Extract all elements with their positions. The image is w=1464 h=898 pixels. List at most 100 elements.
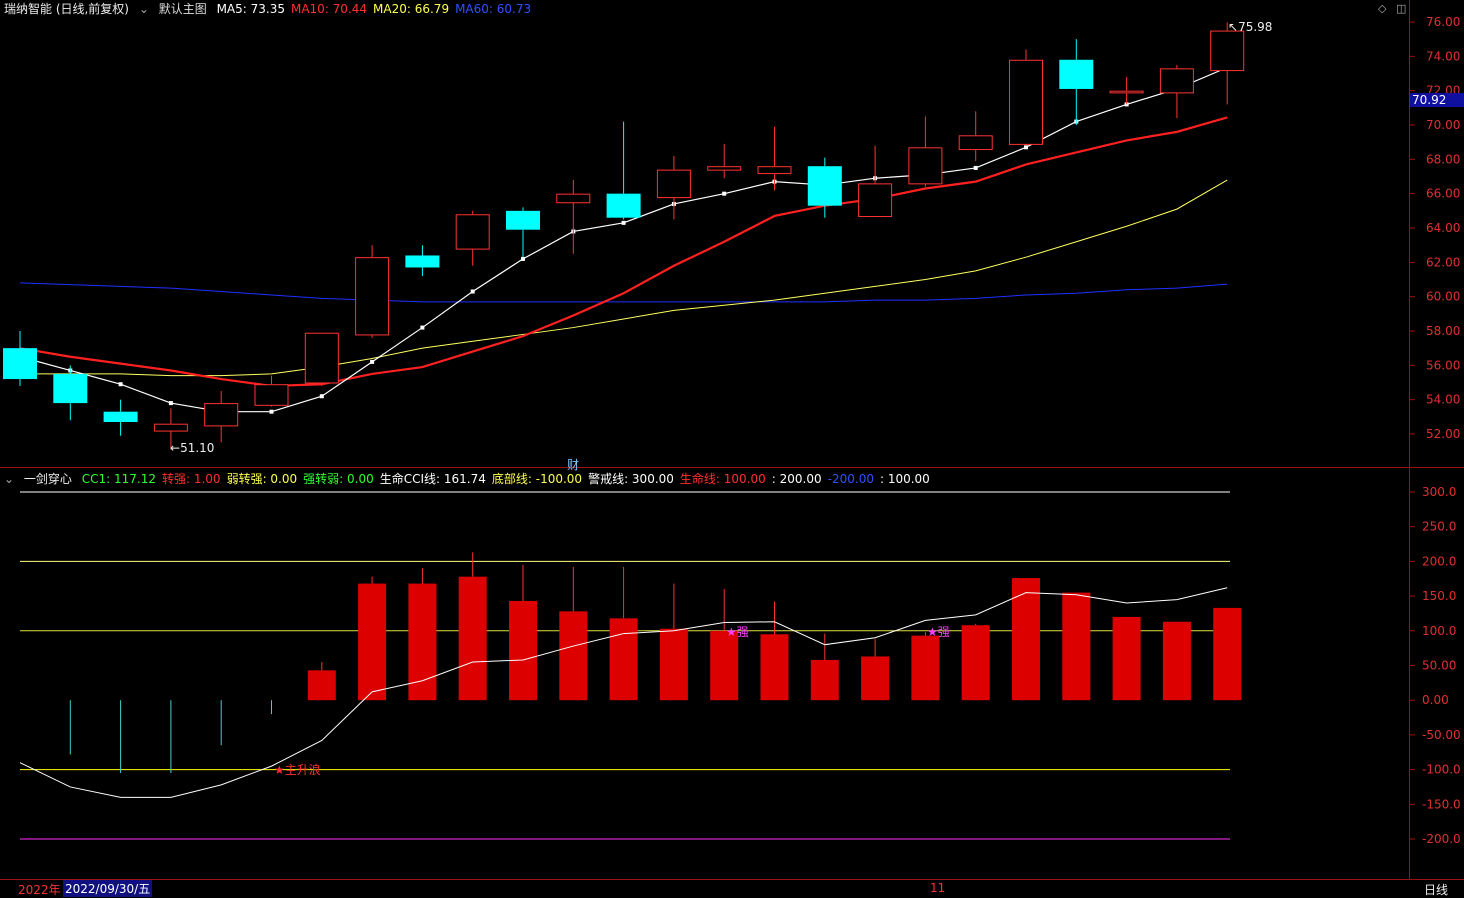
signal-main-rise: ★主升浪 — [274, 763, 321, 777]
indicator-bar — [659, 628, 688, 701]
candle-body — [304, 332, 339, 384]
indicator-header: ⌄ 一剑穿心 CC1: 117.12 转强: 1.00 弱转强: 0.00 强转弱: … — [4, 471, 942, 487]
stock-chart[interactable]: 52.00 54.00 56.00 58.00 60.00 62.00 64.00 66.00… — [0, 0, 1464, 896]
candle-body — [908, 147, 943, 185]
indicator-tick-label: 200.0 — [1422, 554, 1456, 568]
indicator-label-1: 转强: 1.00 — [161, 472, 221, 486]
indicator-tick-label: -100.0 — [1422, 763, 1461, 777]
ma5-point — [118, 382, 123, 387]
indicator-bar — [710, 630, 739, 701]
indicator-label-0: CC1: 117.12 — [81, 472, 156, 486]
high-value: 75.98 — [1238, 20, 1273, 34]
candle-body — [506, 210, 540, 230]
current-price-tag: 70.92 — [1410, 93, 1464, 107]
indicator-tick-label: 250.0 — [1422, 520, 1456, 534]
high-marker: ↖75.98 — [1228, 20, 1273, 34]
low-marker: ←51.10 — [170, 441, 215, 455]
indicator-bar — [559, 611, 588, 701]
candle-body — [1109, 90, 1144, 94]
candle-body — [103, 411, 138, 422]
indicator-label-6: 警戒线: 300.00 — [588, 472, 674, 486]
candlesticks — [3, 22, 1245, 450]
ma5-point — [1024, 145, 1028, 150]
price-tick-label: 66.00 — [1426, 187, 1460, 201]
indicator-bar — [1112, 616, 1141, 701]
indicator-bar — [1213, 607, 1242, 701]
price-tick-label: 68.00 — [1426, 152, 1460, 166]
chart-frame — [0, 0, 1464, 880]
indicator-tick-label: -150.0 — [1422, 797, 1461, 811]
ma5-point — [722, 191, 727, 196]
indicator-title[interactable]: 一剑穿心 — [24, 472, 72, 486]
chevron-down-icon[interactable]: ⌄ — [4, 472, 14, 486]
ma5-point — [269, 409, 274, 414]
price-axis: 52.00 54.00 56.00 58.00 60.00 62.00 64.00 66.00… — [1409, 15, 1461, 846]
price-tick-label: 54.00 — [1426, 393, 1460, 407]
candle-body — [556, 193, 591, 204]
candle-body — [707, 166, 742, 171]
indicator-label-2: 弱转强: 0.00 — [226, 472, 298, 486]
ma-label-2: MA20: 66.79 — [373, 2, 450, 16]
moving-averages — [18, 65, 1230, 414]
footer-year: 2022年 — [18, 883, 61, 897]
indicator-label-7: 生命线: 100.00 — [679, 472, 766, 486]
ma5-point — [470, 289, 475, 294]
indicator-label-5: 底部线: -100.00 — [491, 472, 583, 486]
indicator-bar — [609, 618, 638, 701]
candle-body — [355, 257, 390, 336]
price-tick-label: 58.00 — [1426, 324, 1460, 338]
price-tick-label: 70.00 — [1426, 118, 1460, 132]
indicator-label-9: -200.00 — [827, 472, 874, 486]
indicator-bar — [358, 583, 387, 701]
indicator-bar — [1012, 578, 1040, 701]
indicator-tick-label: -200.0 — [1422, 832, 1461, 846]
diamond-icon[interactable]: ◇ — [1378, 2, 1386, 15]
candle-body — [1159, 68, 1194, 94]
ma5-point — [420, 325, 425, 330]
ma5-point — [521, 256, 525, 261]
stock-title[interactable]: 瑞纳智能 (日线,前复权) — [4, 2, 129, 16]
signal-strong-2: ★强 — [927, 625, 950, 639]
candle-body — [1210, 30, 1245, 72]
candle-body — [757, 166, 792, 175]
price-tick-label: 60.00 — [1426, 290, 1460, 304]
ma-label-1: MA10: 70.44 — [290, 2, 368, 16]
price-tick-label: 56.00 — [1426, 358, 1460, 372]
finance-marker[interactable]: 财 — [567, 456, 579, 473]
candle-body — [405, 255, 440, 268]
indicator-label-10: : 100.00 — [879, 472, 930, 486]
indicator-bar — [861, 656, 890, 701]
candle-body — [858, 183, 893, 217]
candle-body — [204, 403, 239, 427]
indicator-tick-label: 0.00 — [1422, 693, 1449, 707]
collapse-icon[interactable]: ◫ — [1396, 2, 1406, 15]
indicator-tick-label: 100.0 — [1422, 624, 1456, 638]
ma5-point — [621, 220, 626, 225]
footer-period[interactable]: 日线 — [1424, 881, 1448, 898]
indicator-tick-label: 150.0 — [1422, 589, 1456, 603]
signal-strong-1-label: 强 — [736, 625, 749, 639]
indicator-bar — [307, 670, 336, 701]
indicator-bar — [961, 625, 990, 701]
main-chart-label[interactable]: 默认主图 — [159, 2, 207, 16]
indicator-bar — [1062, 592, 1091, 701]
footer-cursor-date: 2022/09/30/五 — [63, 880, 153, 897]
price-tick-label: 74.00 — [1426, 49, 1460, 63]
indicator-label-8: : 200.00 — [771, 472, 822, 486]
main-chart-header: 瑞纳智能 (日线,前复权) ⌄ 默认主图 MA5: 73.35 MA10: 70.… — [4, 1, 543, 17]
indicator-bar — [458, 576, 487, 701]
ma5-point — [370, 359, 375, 364]
chevron-down-icon[interactable]: ⌄ — [139, 2, 149, 16]
price-tick-label: 52.00 — [1426, 427, 1460, 441]
ma-legend: MA5: 73.35 MA10: 70.44 MA20: 66.79 MA60: 60… — [217, 2, 538, 16]
signal-strong-1: ★强 — [726, 625, 749, 639]
candle-body — [958, 135, 993, 151]
indicator-bar — [509, 600, 537, 701]
low-value: 51.10 — [180, 441, 215, 455]
footer-month: 11 — [930, 881, 946, 895]
candle-body — [254, 384, 289, 406]
candle-body — [606, 193, 641, 218]
ma5-point — [168, 401, 173, 406]
price-tick-label: 76.00 — [1426, 15, 1460, 29]
indicator-panel — [19, 491, 1242, 840]
